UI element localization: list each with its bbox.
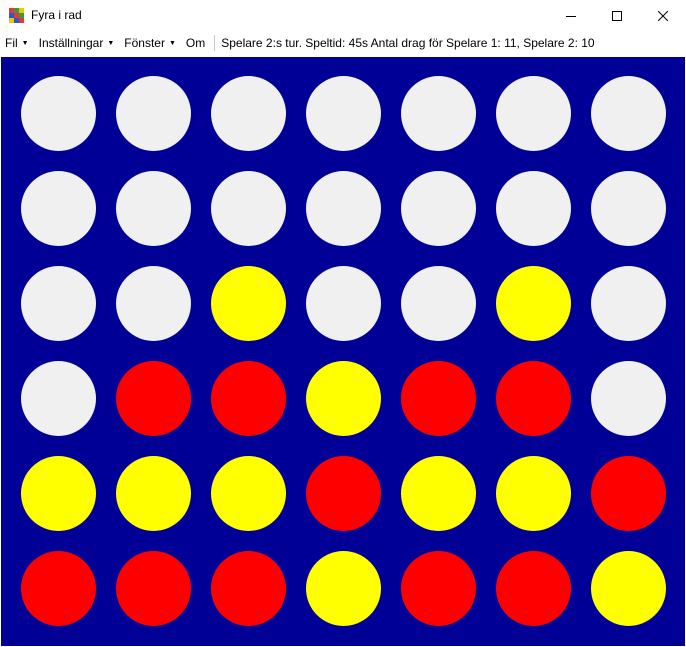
menu-fonster-label: Fönster [124, 36, 165, 50]
cell-red[interactable] [591, 456, 666, 531]
cell-yellow[interactable] [306, 361, 381, 436]
window-title: Fyra i rad [31, 8, 82, 22]
cell-red[interactable] [211, 551, 286, 626]
cell-empty[interactable] [306, 171, 381, 246]
cell-yellow[interactable] [401, 456, 476, 531]
cell-empty[interactable] [211, 171, 286, 246]
cell-empty[interactable] [591, 266, 666, 341]
menu-om-label: Om [185, 36, 206, 50]
cell-red[interactable] [21, 551, 96, 626]
minimize-button[interactable] [548, 0, 594, 31]
cell-empty[interactable] [21, 171, 96, 246]
cell-red[interactable] [401, 551, 476, 626]
cell-empty[interactable] [21, 266, 96, 341]
cell-red[interactable] [116, 551, 191, 626]
cell-red[interactable] [306, 456, 381, 531]
dropdown-arrow-icon: ▼ [21, 39, 29, 47]
cell-empty[interactable] [116, 76, 191, 151]
cell-empty[interactable] [591, 171, 666, 246]
menu-om[interactable]: Om [181, 31, 210, 55]
cell-yellow[interactable] [116, 456, 191, 531]
cell-empty[interactable] [401, 266, 476, 341]
cell-empty[interactable] [306, 266, 381, 341]
cell-red[interactable] [496, 551, 571, 626]
cell-empty[interactable] [116, 171, 191, 246]
cell-empty[interactable] [591, 361, 666, 436]
cell-empty[interactable] [116, 266, 191, 341]
maximize-button[interactable] [594, 0, 640, 31]
menu-fil-label: Fil [5, 36, 18, 50]
cell-yellow[interactable] [21, 456, 96, 531]
close-icon [658, 10, 668, 21]
cell-empty[interactable] [306, 76, 381, 151]
cell-empty[interactable] [401, 76, 476, 151]
minimize-icon [566, 15, 576, 17]
menu-fil[interactable]: Fil ▼ [0, 31, 34, 55]
cell-yellow[interactable] [211, 456, 286, 531]
dropdown-arrow-icon: ▼ [107, 39, 115, 47]
cell-red[interactable] [116, 361, 191, 436]
menu-bar: Fil ▼ Inställningar ▼ Fönster ▼ Om Spela… [0, 31, 686, 55]
cell-yellow[interactable] [591, 551, 666, 626]
game-board[interactable] [1, 57, 685, 646]
cell-empty[interactable] [211, 76, 286, 151]
maximize-icon [612, 10, 622, 21]
cell-empty[interactable] [401, 171, 476, 246]
cell-yellow[interactable] [496, 456, 571, 531]
cell-yellow[interactable] [211, 266, 286, 341]
menu-installningar-label: Inställningar [38, 36, 104, 50]
status-text: Spelare 2:s tur. Speltid: 45s Antal drag… [221, 36, 595, 50]
cell-empty[interactable] [496, 171, 571, 246]
close-button[interactable] [640, 0, 686, 31]
cell-empty[interactable] [21, 361, 96, 436]
app-icon [9, 8, 24, 23]
menu-fonster[interactable]: Fönster ▼ [119, 31, 181, 55]
menu-separator [214, 35, 216, 51]
cell-red[interactable] [401, 361, 476, 436]
cell-red[interactable] [496, 361, 571, 436]
cell-red[interactable] [211, 361, 286, 436]
cell-empty[interactable] [591, 76, 666, 151]
cell-yellow[interactable] [306, 551, 381, 626]
dropdown-arrow-icon: ▼ [168, 39, 176, 47]
cell-empty[interactable] [21, 76, 96, 151]
menu-installningar[interactable]: Inställningar ▼ [34, 31, 120, 55]
cell-yellow[interactable] [496, 266, 571, 341]
title-bar: Fyra i rad [0, 0, 686, 31]
cell-empty[interactable] [496, 76, 571, 151]
